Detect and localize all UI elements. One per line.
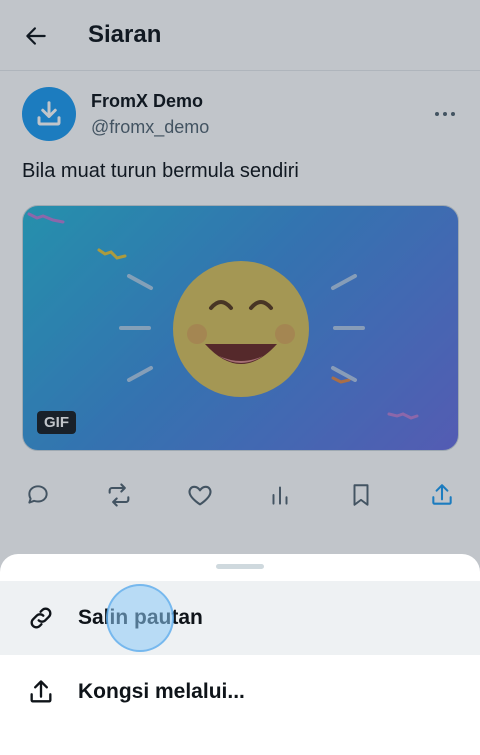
share-via-option[interactable]: Kongsi melalui... bbox=[0, 655, 480, 729]
share-via-label: Kongsi melalui... bbox=[78, 680, 245, 703]
share-icon bbox=[26, 677, 56, 707]
sheet-drag-handle[interactable] bbox=[216, 564, 264, 569]
share-bottom-sheet: Salin pautan Kongsi melalui... bbox=[0, 554, 480, 755]
touch-indicator bbox=[106, 584, 174, 652]
link-icon bbox=[26, 603, 56, 633]
copy-link-option[interactable]: Salin pautan bbox=[0, 581, 480, 655]
